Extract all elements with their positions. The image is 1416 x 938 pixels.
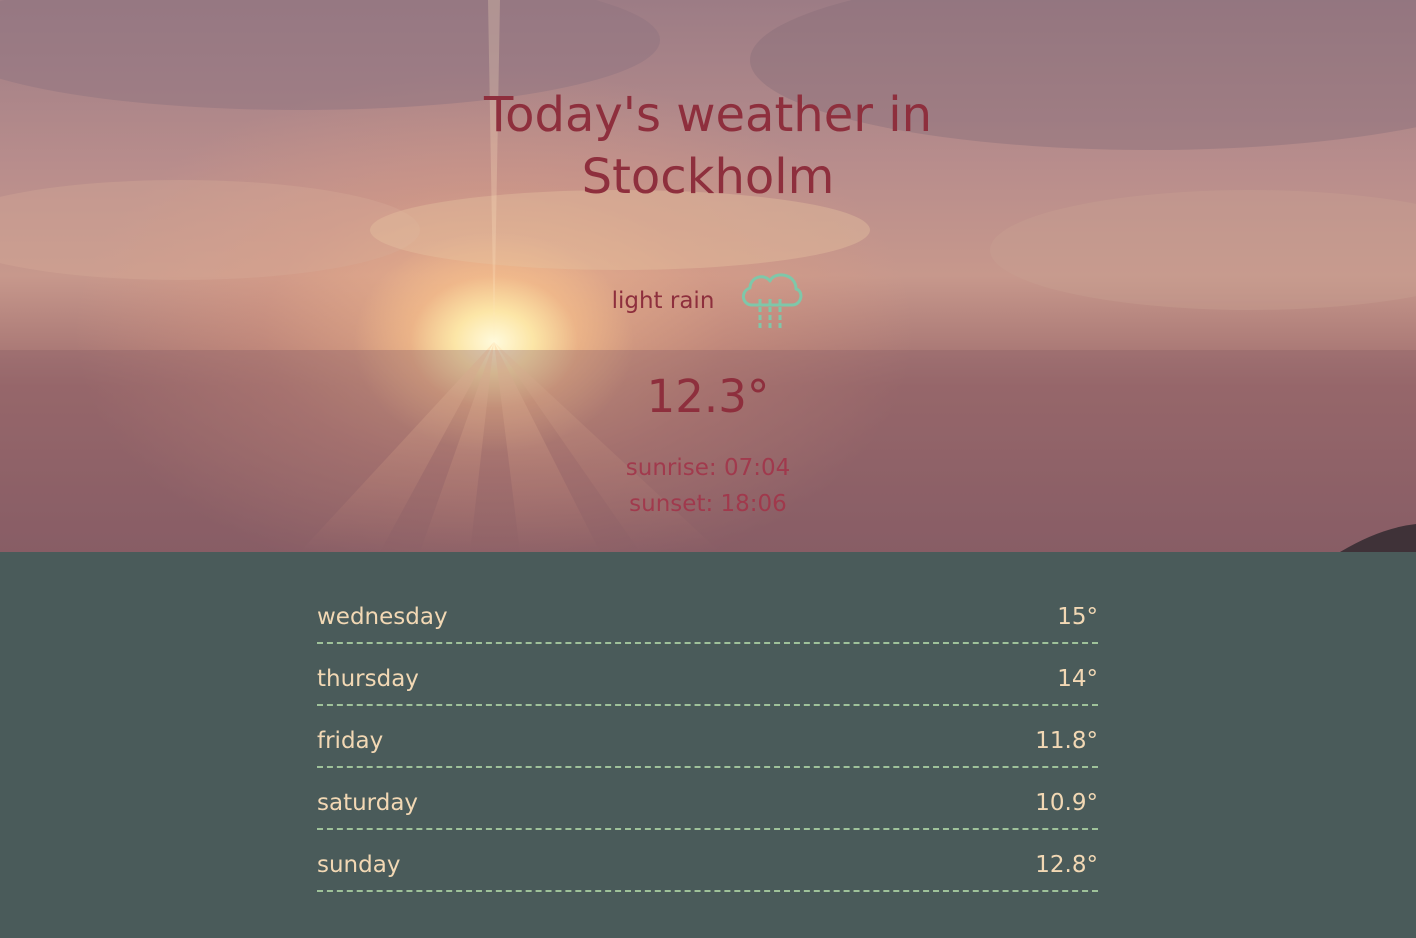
forecast-day: friday bbox=[317, 728, 384, 754]
forecast-day: thursday bbox=[317, 666, 419, 692]
forecast-row: sunday 12.8° bbox=[317, 830, 1098, 892]
forecast-temp: 15° bbox=[1057, 604, 1098, 630]
hero-banner: Today's weather in Stockholm light rain … bbox=[0, 0, 1416, 552]
forecast-temp: 11.8° bbox=[1035, 728, 1098, 754]
forecast-row: friday 11.8° bbox=[317, 706, 1098, 768]
cloud-rain-icon bbox=[742, 273, 803, 331]
condition-label: light rain bbox=[611, 288, 715, 314]
forecast-day: wednesday bbox=[317, 604, 448, 630]
forecast-row: wednesday 15° bbox=[317, 582, 1098, 644]
forecast-day: sunday bbox=[317, 852, 401, 878]
forecast-temp: 14° bbox=[1057, 666, 1098, 692]
sunrise-time: sunrise: 07:04 bbox=[625, 455, 791, 481]
forecast-list: wednesday 15° thursday 14° friday 11.8° … bbox=[317, 582, 1098, 892]
forecast-temp: 12.8° bbox=[1035, 852, 1098, 878]
page-title: Today's weather in Stockholm bbox=[483, 87, 932, 205]
forecast-temp: 10.9° bbox=[1035, 790, 1098, 816]
forecast-row: saturday 10.9° bbox=[317, 768, 1098, 830]
sunset-time: sunset: 18:06 bbox=[629, 491, 787, 517]
sun-times: sunrise: 07:04 sunset: 18:06 bbox=[0, 450, 1416, 522]
forecast-section: wednesday 15° thursday 14° friday 11.8° … bbox=[0, 552, 1416, 938]
current-temperature: 12.3° bbox=[646, 370, 770, 423]
forecast-day: saturday bbox=[317, 790, 419, 816]
current-condition: light rain bbox=[0, 268, 1416, 336]
forecast-row: thursday 14° bbox=[317, 644, 1098, 706]
